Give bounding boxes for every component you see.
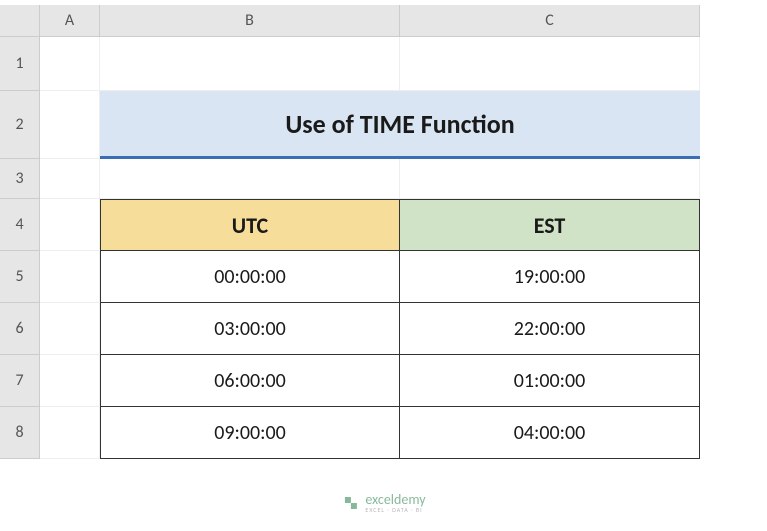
cell-b3[interactable]	[100, 159, 400, 199]
row-header-2[interactable]: 2	[0, 91, 40, 159]
cell-a4[interactable]	[40, 199, 100, 251]
spreadsheet-grid: A B C 1 2 Use of TIME Function 3 4 UTC E…	[0, 0, 767, 459]
header-utc[interactable]: UTC	[100, 199, 400, 251]
cell-utc-2[interactable]: 06:00:00	[100, 355, 400, 407]
cell-utc-0[interactable]: 00:00:00	[100, 251, 400, 303]
corner-cell	[0, 5, 40, 37]
cell-c3[interactable]	[400, 159, 700, 199]
watermark: exceldemy EXCEL · DATA · BI	[341, 493, 425, 513]
row-header-7[interactable]: 7	[0, 355, 40, 407]
cell-a5[interactable]	[40, 251, 100, 303]
row-header-5[interactable]: 5	[0, 251, 40, 303]
cell-est-1[interactable]: 22:00:00	[400, 303, 700, 355]
title-cell[interactable]: Use of TIME Function	[100, 91, 700, 159]
cell-utc-3[interactable]: 09:00:00	[100, 407, 400, 459]
row-header-8[interactable]: 8	[0, 407, 40, 459]
cell-a8[interactable]	[40, 407, 100, 459]
logo-icon	[341, 494, 359, 512]
row-header-3[interactable]: 3	[0, 159, 40, 199]
cell-a6[interactable]	[40, 303, 100, 355]
header-est[interactable]: EST	[400, 199, 700, 251]
cell-a2[interactable]	[40, 91, 100, 159]
cell-c1[interactable]	[400, 37, 700, 91]
col-header-a[interactable]: A	[40, 5, 100, 37]
cell-est-2[interactable]: 01:00:00	[400, 355, 700, 407]
row-header-6[interactable]: 6	[0, 303, 40, 355]
cell-utc-1[interactable]: 03:00:00	[100, 303, 400, 355]
cell-b1[interactable]	[100, 37, 400, 91]
cell-est-3[interactable]: 04:00:00	[400, 407, 700, 459]
row-header-4[interactable]: 4	[0, 199, 40, 251]
cell-a3[interactable]	[40, 159, 100, 199]
col-header-c[interactable]: C	[400, 5, 700, 37]
cell-a7[interactable]	[40, 355, 100, 407]
watermark-main: exceldemy	[365, 493, 425, 507]
col-header-b[interactable]: B	[100, 5, 400, 37]
cell-a1[interactable]	[40, 37, 100, 91]
row-header-1[interactable]: 1	[0, 37, 40, 91]
watermark-sub: EXCEL · DATA · BI	[365, 507, 425, 513]
cell-est-0[interactable]: 19:00:00	[400, 251, 700, 303]
